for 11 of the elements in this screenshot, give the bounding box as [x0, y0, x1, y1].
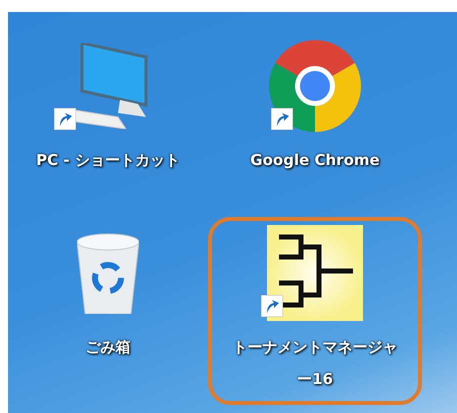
icon-label: Google Chrome	[249, 150, 381, 171]
tournament-bracket-icon	[267, 225, 363, 321]
icon-label: トーナメントマネージャー16	[232, 337, 398, 390]
desktop-icon-tile[interactable]: Google Chrome	[208, 30, 422, 215]
desktop-icon-tile[interactable]: トーナメントマネージャー16	[208, 217, 422, 405]
recycle-bin-icon	[77, 232, 139, 314]
desktop-icon-tile[interactable]: ごみ箱	[8, 217, 208, 405]
icon-label: ごみ箱	[84, 337, 132, 358]
icon-label: PC - ショートカット	[35, 150, 181, 171]
chrome-logo-icon	[269, 40, 361, 132]
desktop-icon-tile[interactable]: PC - ショートカット	[8, 30, 208, 215]
